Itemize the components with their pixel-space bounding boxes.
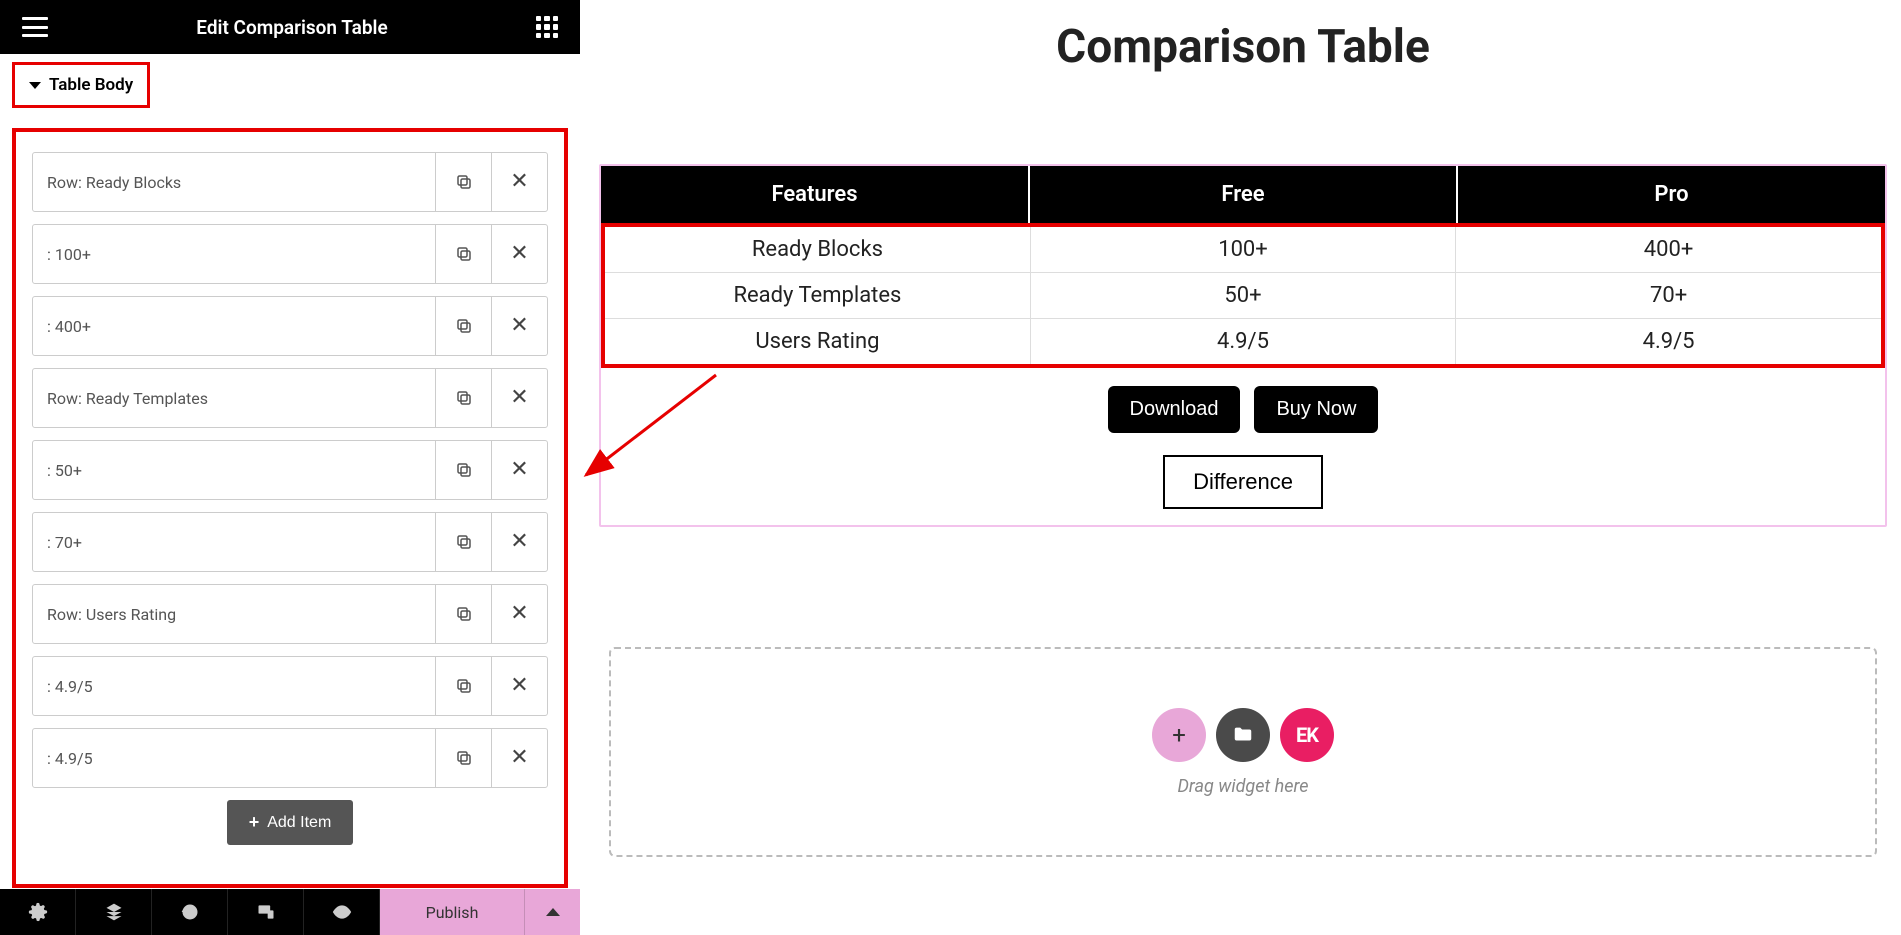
add-template-button[interactable] (1216, 708, 1270, 762)
duplicate-icon[interactable] (435, 729, 491, 787)
editor-sidebar: Edit Comparison Table Table Body Row: Re… (0, 0, 580, 935)
table-header-cell: Pro (1457, 166, 1885, 223)
ek-logo-text: EK (1296, 723, 1318, 747)
repeater-item-label[interactable]: : 100+ (33, 225, 435, 283)
download-button[interactable]: Download (1108, 386, 1241, 433)
repeater-item[interactable]: Row: Users Rating ✕ (32, 584, 548, 644)
apps-grid-icon[interactable] (536, 16, 558, 38)
add-item-label: Add Item (267, 814, 331, 832)
duplicate-icon[interactable] (435, 657, 491, 715)
repeater-item-label[interactable]: : 4.9/5 (33, 729, 435, 787)
buy-now-button[interactable]: Buy Now (1254, 386, 1378, 433)
navigator-icon[interactable] (76, 889, 152, 935)
repeater-item[interactable]: : 50+ ✕ (32, 440, 548, 500)
delete-icon[interactable]: ✕ (491, 657, 547, 715)
table-header-cell: Features (601, 166, 1029, 223)
table-cell: Ready Blocks (605, 227, 1030, 273)
drop-zone-text: Drag widget here (1177, 776, 1308, 797)
publish-button[interactable]: Publish (380, 889, 524, 935)
duplicate-icon[interactable] (435, 369, 491, 427)
repeater-item-label[interactable]: Row: Users Rating (33, 585, 435, 643)
table-cell: 100+ (1030, 227, 1455, 273)
difference-row: Difference (601, 443, 1885, 525)
table-row: Users Rating 4.9/5 4.9/5 (605, 319, 1881, 365)
page-title: Comparison Table (585, 20, 1901, 74)
duplicate-icon[interactable] (435, 225, 491, 283)
responsive-icon[interactable] (228, 889, 304, 935)
table-header-row: Features Free Pro (601, 166, 1885, 223)
menu-icon[interactable] (22, 17, 48, 37)
chevron-up-icon (546, 908, 560, 916)
duplicate-icon[interactable] (435, 297, 491, 355)
drop-zone[interactable]: + EK Drag widget here (609, 647, 1877, 857)
caret-down-icon (29, 82, 41, 89)
panel-title: Edit Comparison Table (196, 16, 387, 39)
duplicate-icon[interactable] (435, 441, 491, 499)
table-header-cell: Free (1029, 166, 1457, 223)
drop-zone-buttons: + EK (1152, 708, 1334, 762)
repeater-item[interactable]: : 4.9/5 ✕ (32, 728, 548, 788)
delete-icon[interactable]: ✕ (491, 153, 547, 211)
table-cell: 4.9/5 (1456, 319, 1881, 365)
table-body-highlight: Ready Blocks 100+ 400+ Ready Templates 5… (601, 223, 1885, 368)
table-cell: Ready Templates (605, 273, 1030, 319)
repeater-item-label[interactable]: : 50+ (33, 441, 435, 499)
plus-icon: + (249, 812, 260, 833)
repeater-item-label[interactable]: : 4.9/5 (33, 657, 435, 715)
table-cell: 70+ (1456, 273, 1881, 319)
preview-icon[interactable] (304, 889, 380, 935)
duplicate-icon[interactable] (435, 513, 491, 571)
section-tab-label: Table Body (49, 75, 133, 95)
comparison-table: Features Free Pro Ready Blocks 100+ (601, 166, 1885, 368)
repeater-item-label[interactable]: : 400+ (33, 297, 435, 355)
delete-icon[interactable]: ✕ (491, 585, 547, 643)
delete-icon[interactable]: ✕ (491, 441, 547, 499)
table-row: Ready Templates 50+ 70+ (605, 273, 1881, 319)
delete-icon[interactable]: ✕ (491, 369, 547, 427)
delete-icon[interactable]: ✕ (491, 225, 547, 283)
repeater-item-label[interactable]: Row: Ready Templates (33, 369, 435, 427)
add-item-button[interactable]: + Add Item (227, 800, 354, 845)
settings-icon[interactable] (0, 889, 76, 935)
table-cell: Users Rating (605, 319, 1030, 365)
repeater-item-label[interactable]: : 70+ (33, 513, 435, 571)
repeater-item[interactable]: : 70+ ✕ (32, 512, 548, 572)
delete-icon[interactable]: ✕ (491, 297, 547, 355)
duplicate-icon[interactable] (435, 153, 491, 211)
add-widget-button[interactable]: + (1152, 708, 1206, 762)
difference-button[interactable]: Difference (1163, 455, 1323, 509)
preview-canvas: Comparison Table Features Free Pro (585, 0, 1901, 935)
table-cell: 400+ (1456, 227, 1881, 273)
elementskit-button[interactable]: EK (1280, 708, 1334, 762)
delete-icon[interactable]: ✕ (491, 729, 547, 787)
repeater-item[interactable]: : 400+ ✕ (32, 296, 548, 356)
bottom-toolbar: Publish (0, 889, 580, 935)
publish-options-caret[interactable] (524, 889, 580, 935)
repeater-item[interactable]: : 4.9/5 ✕ (32, 656, 548, 716)
folder-icon (1232, 724, 1254, 746)
history-icon[interactable] (152, 889, 228, 935)
table-row: Ready Blocks 100+ 400+ (605, 227, 1881, 273)
table-cell: 50+ (1030, 273, 1455, 319)
delete-icon[interactable]: ✕ (491, 513, 547, 571)
items-container: Row: Ready Blocks ✕ : 100+ ✕ : 400+ ✕ Ro… (12, 128, 568, 888)
plus-icon: + (1172, 721, 1186, 749)
repeater-item[interactable]: Row: Ready Blocks ✕ (32, 152, 548, 212)
table-cell: 4.9/5 (1030, 319, 1455, 365)
repeater-item-label[interactable]: Row: Ready Blocks (33, 153, 435, 211)
comparison-table-widget[interactable]: Features Free Pro Ready Blocks 100+ (599, 164, 1887, 527)
repeater-item[interactable]: Row: Ready Templates ✕ (32, 368, 548, 428)
table-buttons-row: Download Buy Now (601, 368, 1885, 443)
publish-area: Publish (380, 889, 580, 935)
repeater-item[interactable]: : 100+ ✕ (32, 224, 548, 284)
duplicate-icon[interactable] (435, 585, 491, 643)
panel-header: Edit Comparison Table (0, 0, 580, 54)
section-tab-table-body[interactable]: Table Body (12, 62, 150, 108)
